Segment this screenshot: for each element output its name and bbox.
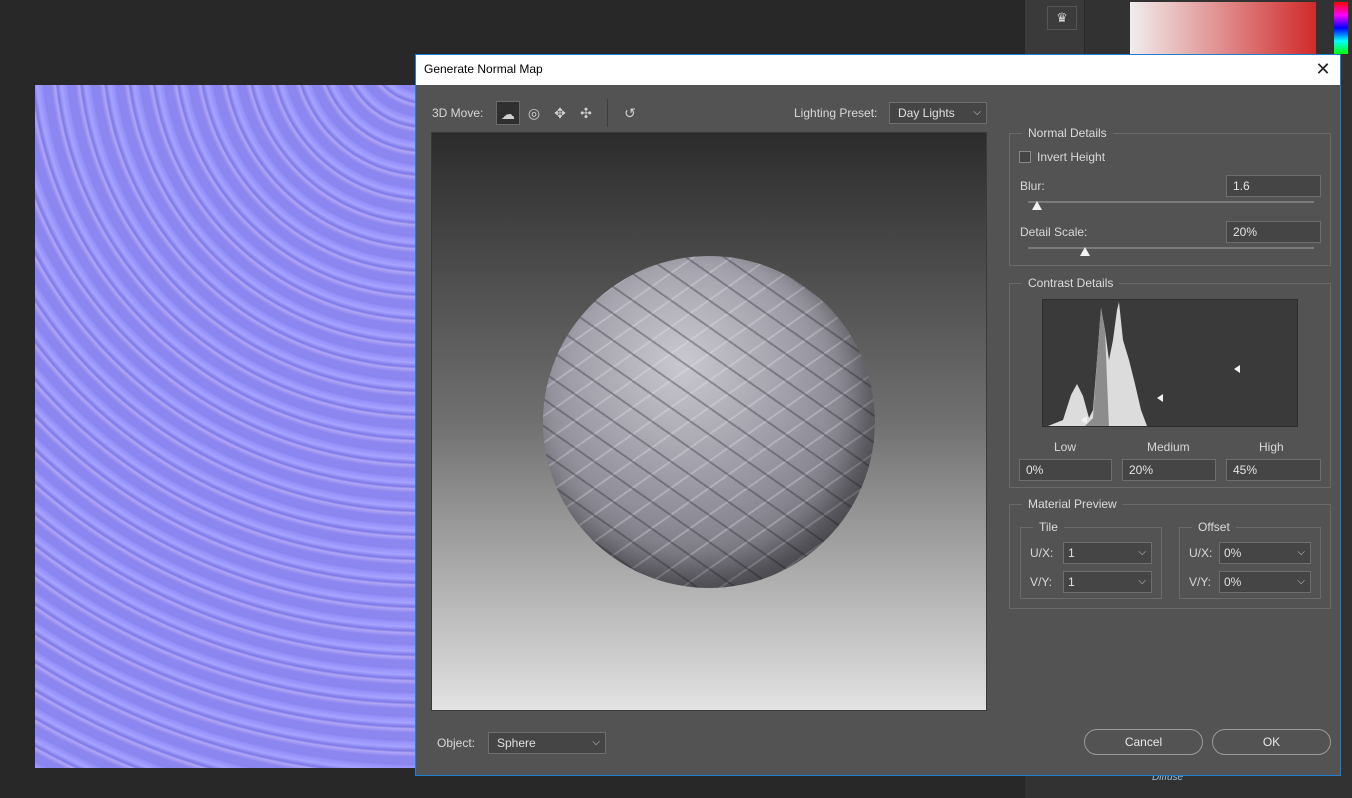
- contrast-details-group: Contrast Details Low Medium High 0% 20% …: [1009, 276, 1331, 488]
- normal-details-title: Normal Details: [1022, 126, 1113, 140]
- dialog-title: Generate Normal Map: [424, 62, 543, 76]
- object-dropdown[interactable]: Sphere ⌵: [488, 732, 606, 754]
- medium-input[interactable]: 20%: [1122, 459, 1216, 481]
- hue-slider[interactable]: [1334, 2, 1348, 54]
- low-marker[interactable]: [1081, 416, 1087, 424]
- tile-ux-value: 1: [1068, 546, 1075, 560]
- chevron-down-icon: ⌵: [1297, 547, 1305, 558]
- material-preview-group: Material Preview Tile U/X: 1 ⌵ V/Y: 1 ⌵ …: [1009, 497, 1331, 609]
- tile-title: Tile: [1033, 520, 1064, 534]
- invert-height-label: Invert Height: [1037, 150, 1106, 164]
- pan-icon[interactable]: ✥: [548, 101, 572, 125]
- tile-vy-value: 1: [1068, 575, 1075, 589]
- histogram-panel-icon[interactable]: ♛: [1047, 6, 1077, 30]
- offset-vy-dropdown[interactable]: 0% ⌵: [1219, 571, 1311, 593]
- material-preview-title: Material Preview: [1022, 497, 1123, 511]
- blur-input[interactable]: 1.6: [1226, 175, 1321, 197]
- object-label: Object:: [437, 736, 476, 750]
- medium-label: Medium: [1147, 440, 1190, 454]
- toolbar-separator: [607, 99, 608, 127]
- object-value: Sphere: [497, 736, 536, 750]
- tile-ux-dropdown[interactable]: 1 ⌵: [1063, 542, 1152, 564]
- ok-button[interactable]: OK: [1212, 729, 1331, 755]
- offset-vy-label: V/Y:: [1189, 575, 1212, 589]
- offset-ux-value: 0%: [1224, 546, 1242, 560]
- generate-normal-map-dialog: Generate Normal Map ✕ 3D Move: ☁ ◎ ✥ ✣ ↺…: [415, 54, 1341, 776]
- normal-details-group: Normal Details Invert Height Blur: 1.6 D…: [1009, 126, 1331, 266]
- lighting-preset-value: Day Lights: [898, 106, 955, 120]
- normal-map-canvas: [35, 85, 415, 768]
- contrast-details-title: Contrast Details: [1022, 276, 1120, 290]
- rotate-icon[interactable]: ◎: [522, 101, 546, 125]
- chevron-down-icon: ⌵: [1138, 547, 1146, 558]
- offset-ux-label: U/X:: [1189, 546, 1213, 560]
- tile-group: Tile U/X: 1 ⌵ V/Y: 1 ⌵: [1020, 520, 1162, 599]
- preview-sphere: [543, 256, 875, 588]
- blur-slider-thumb[interactable]: [1031, 201, 1042, 210]
- detail-scale-slider-thumb[interactable]: [1080, 247, 1091, 256]
- detail-scale-slider-track[interactable]: [1028, 247, 1314, 249]
- chevron-down-icon: ⌵: [592, 737, 600, 748]
- offset-title: Offset: [1192, 520, 1236, 534]
- detail-scale-input[interactable]: 20%: [1226, 221, 1321, 243]
- close-icon: ✕: [1315, 59, 1331, 79]
- blur-slider-track[interactable]: [1028, 201, 1314, 203]
- drag-icon[interactable]: ✣: [574, 101, 598, 125]
- tile-ux-label: U/X:: [1030, 546, 1054, 560]
- orbit-icon[interactable]: ☁: [496, 101, 520, 125]
- low-label: Low: [1054, 440, 1077, 454]
- offset-group: Offset U/X: 0% ⌵ V/Y: 0% ⌵: [1179, 520, 1321, 599]
- detail-scale-label: Detail Scale:: [1020, 225, 1088, 239]
- color-picker-field[interactable]: [1130, 2, 1316, 54]
- low-input[interactable]: 0%: [1019, 459, 1112, 481]
- blur-label: Blur:: [1020, 179, 1045, 193]
- chevron-down-icon: ⌵: [1138, 576, 1146, 587]
- 3d-move-label: 3D Move:: [432, 106, 484, 120]
- close-button[interactable]: ✕: [1312, 59, 1334, 81]
- dialog-titlebar: Generate Normal Map ✕: [416, 55, 1340, 85]
- invert-height-checkbox[interactable]: [1019, 151, 1031, 163]
- medium-marker[interactable]: [1157, 394, 1163, 402]
- high-input[interactable]: 45%: [1226, 459, 1321, 481]
- contrast-histogram[interactable]: [1042, 299, 1298, 427]
- high-label: High: [1259, 440, 1284, 454]
- cancel-button[interactable]: Cancel: [1084, 729, 1203, 755]
- chevron-down-icon: ⌵: [973, 107, 981, 118]
- 3d-preview-viewport[interactable]: [431, 132, 987, 711]
- chevron-down-icon: ⌵: [1297, 576, 1305, 587]
- undo-icon[interactable]: ↺: [618, 101, 642, 125]
- high-marker[interactable]: [1234, 365, 1240, 373]
- offset-vy-value: 0%: [1224, 575, 1242, 589]
- offset-ux-dropdown[interactable]: 0% ⌵: [1219, 542, 1311, 564]
- lighting-preset-label: Lighting Preset:: [794, 106, 878, 120]
- histogram-graph: [1048, 302, 1147, 426]
- tile-vy-dropdown[interactable]: 1 ⌵: [1063, 571, 1152, 593]
- tile-vy-label: V/Y:: [1030, 575, 1053, 589]
- lighting-preset-dropdown[interactable]: Day Lights ⌵: [889, 102, 987, 124]
